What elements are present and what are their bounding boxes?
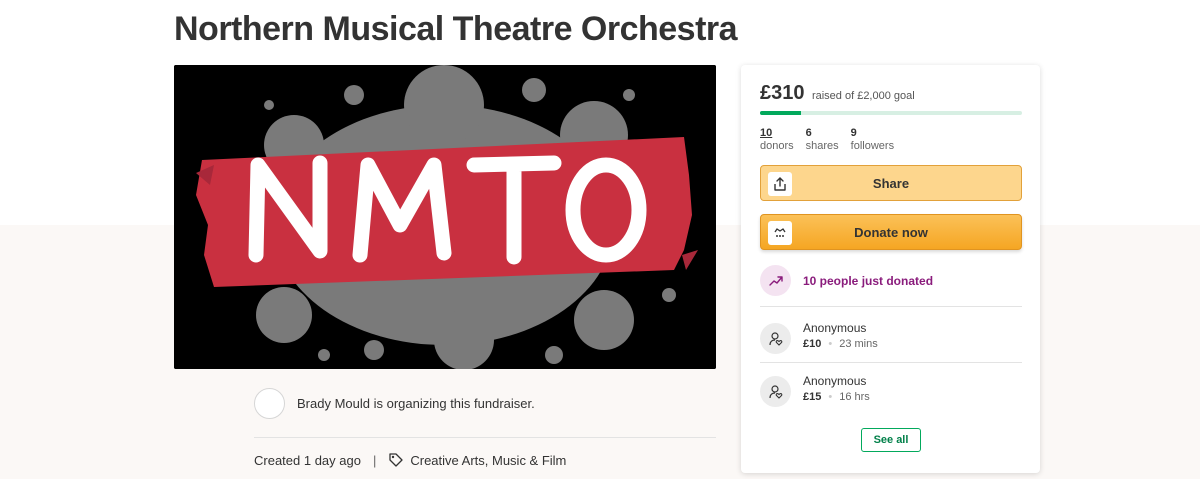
donation-item: Anonymous £15 • 16 hrs	[760, 374, 870, 407]
section-divider	[254, 437, 716, 438]
progress-bar-fill	[760, 111, 801, 115]
organizer-row: Brady Mould is organizing this fundraise…	[254, 388, 535, 419]
share-upload-icon	[768, 172, 792, 196]
card-divider	[760, 362, 1022, 363]
donation-card: £310 raised of £2,000 goal 10 donors 6 s…	[741, 65, 1040, 473]
gofundme-logo-icon	[768, 221, 792, 245]
donation-amount: £10	[803, 338, 822, 350]
stat-followers-count: 9	[850, 127, 857, 139]
share-button[interactable]: Share	[760, 165, 1022, 201]
donation-time: 16 hrs	[839, 391, 870, 403]
recent-donations-trend: 10 people just donated	[760, 265, 933, 296]
stat-followers: 9 followers	[851, 127, 894, 152]
meta-separator: |	[372, 452, 377, 468]
stat-followers-label: followers	[850, 140, 895, 152]
category-link[interactable]: Creative Arts, Music & Film	[410, 453, 566, 468]
stat-shares-label: shares	[805, 140, 839, 152]
fundraiser-meta: Created 1 day ago | Creative Arts, Music…	[254, 451, 566, 469]
dot-separator: •	[828, 391, 833, 403]
hero-image[interactable]	[174, 65, 716, 369]
progress-bar	[760, 111, 1022, 115]
stats-row: 10 donors 6 shares 9 followers	[760, 127, 906, 152]
donation-time: 23 mins	[839, 338, 878, 350]
donation-amount: £15	[803, 391, 822, 403]
donor-name: Anonymous	[803, 374, 867, 388]
card-divider	[760, 306, 1022, 307]
stat-shares-count: 6	[805, 127, 812, 139]
organizer-text: Brady Mould is organizing this fundraise…	[297, 396, 535, 411]
trend-text: 10 people just donated	[803, 273, 934, 288]
stat-donors-count: 10	[760, 127, 773, 139]
page-title: Northern Musical Theatre Orchestra	[174, 10, 738, 48]
donor-name: Anonymous	[803, 321, 867, 335]
tag-icon	[388, 452, 404, 468]
raised-summary: £310 raised of £2,000 goal	[760, 82, 915, 105]
user-heart-icon	[760, 376, 791, 407]
raised-goal-text: raised of £2,000 goal	[811, 90, 915, 102]
user-heart-icon	[760, 323, 791, 354]
trend-up-icon	[760, 265, 791, 296]
dot-separator: •	[828, 338, 833, 350]
donate-button-label: Donate now	[854, 224, 928, 240]
stat-donors[interactable]: 10 donors	[760, 127, 794, 152]
stat-donors-label: donors	[760, 140, 794, 152]
share-button-label: Share	[872, 175, 910, 191]
hero-logo-graphic	[174, 65, 716, 369]
see-all-button[interactable]: See all	[861, 428, 921, 452]
raised-amount: £310	[760, 82, 805, 104]
created-date: Created 1 day ago	[254, 452, 361, 468]
organizer-avatar[interactable]	[254, 388, 285, 419]
donation-item: Anonymous £10 • 23 mins	[760, 321, 878, 354]
donate-now-button[interactable]: Donate now	[760, 214, 1022, 250]
stat-shares: 6 shares	[806, 127, 839, 152]
